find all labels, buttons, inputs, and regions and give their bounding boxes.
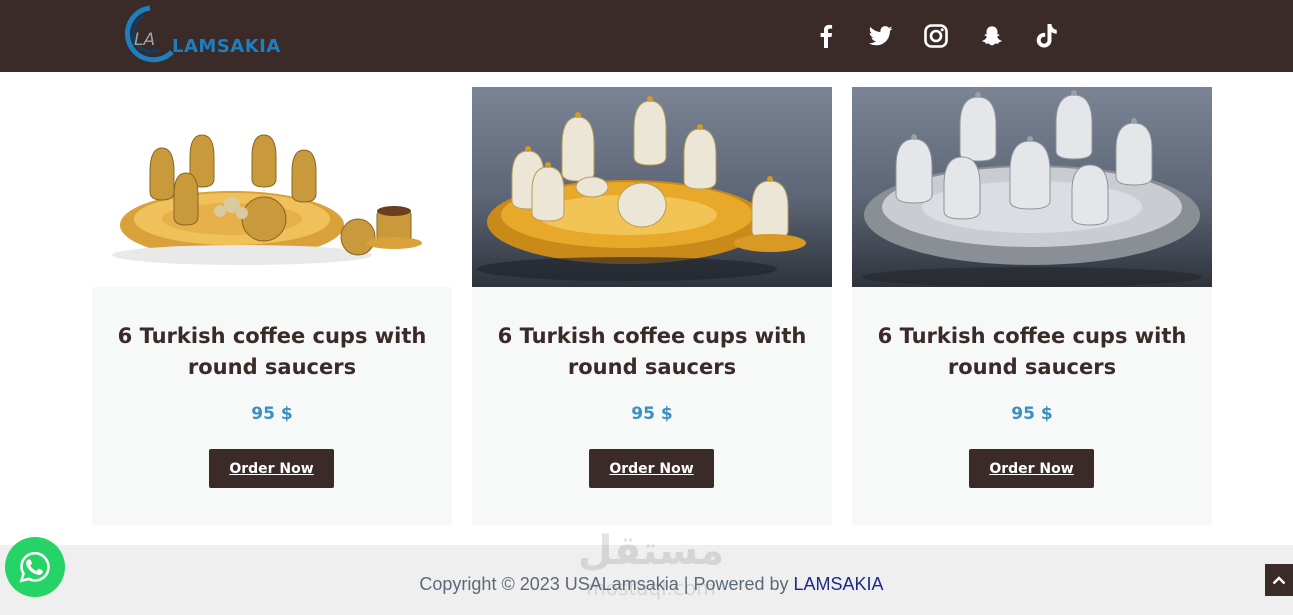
mostaql-watermark: مستقل mostaql.com <box>566 528 736 608</box>
copyright-label: Copyright © 2023 USALamsakia | Powered b… <box>419 574 794 594</box>
product-price: 95 $ <box>251 404 293 424</box>
whatsapp-chat-button[interactable] <box>5 537 65 597</box>
logo-mark: LA <box>124 5 174 63</box>
scroll-to-top-button[interactable] <box>1265 564 1293 596</box>
order-now-button[interactable]: Order Now <box>589 449 714 488</box>
copyright-text: Copyright © 2023 USALamsakia | Powered b… <box>0 574 1293 595</box>
product-image-silver-crystal-set[interactable] <box>852 87 1212 287</box>
logo-monogram: LA <box>134 30 155 50</box>
product-image-gold-pearl-set[interactable] <box>472 87 832 287</box>
logo-text: LAMSAKIA <box>172 36 281 57</box>
twitter-icon[interactable] <box>867 22 895 50</box>
product-image-gold-crystal-set[interactable] <box>92 87 452 287</box>
product-title: 6 Turkish coffee cups with round saucers <box>117 324 427 379</box>
order-now-button[interactable]: Order Now <box>969 449 1094 488</box>
instagram-icon[interactable] <box>922 22 950 50</box>
product-title: 6 Turkish coffee cups with round saucers <box>877 324 1187 379</box>
product-card: 6 Turkish coffee cups with round saucers… <box>472 87 832 525</box>
chevron-up-icon <box>1272 576 1286 585</box>
site-header: LA LAMSAKIA <box>0 0 1293 72</box>
snapchat-icon[interactable] <box>978 22 1006 50</box>
order-now-button[interactable]: Order Now <box>209 449 334 488</box>
product-price: 95 $ <box>1011 404 1053 424</box>
product-title: 6 Turkish coffee cups with round saucers <box>497 324 807 379</box>
product-card: 6 Turkish coffee cups with round saucers… <box>92 87 452 525</box>
tiktok-icon[interactable] <box>1033 22 1061 50</box>
product-card: 6 Turkish coffee cups with round saucers… <box>852 87 1212 525</box>
product-price: 95 $ <box>631 404 673 424</box>
powered-by-link[interactable]: LAMSAKIA <box>794 574 884 594</box>
whatsapp-icon <box>19 551 50 583</box>
facebook-icon[interactable] <box>812 22 840 50</box>
watermark-arabic: مستقل <box>577 528 725 574</box>
